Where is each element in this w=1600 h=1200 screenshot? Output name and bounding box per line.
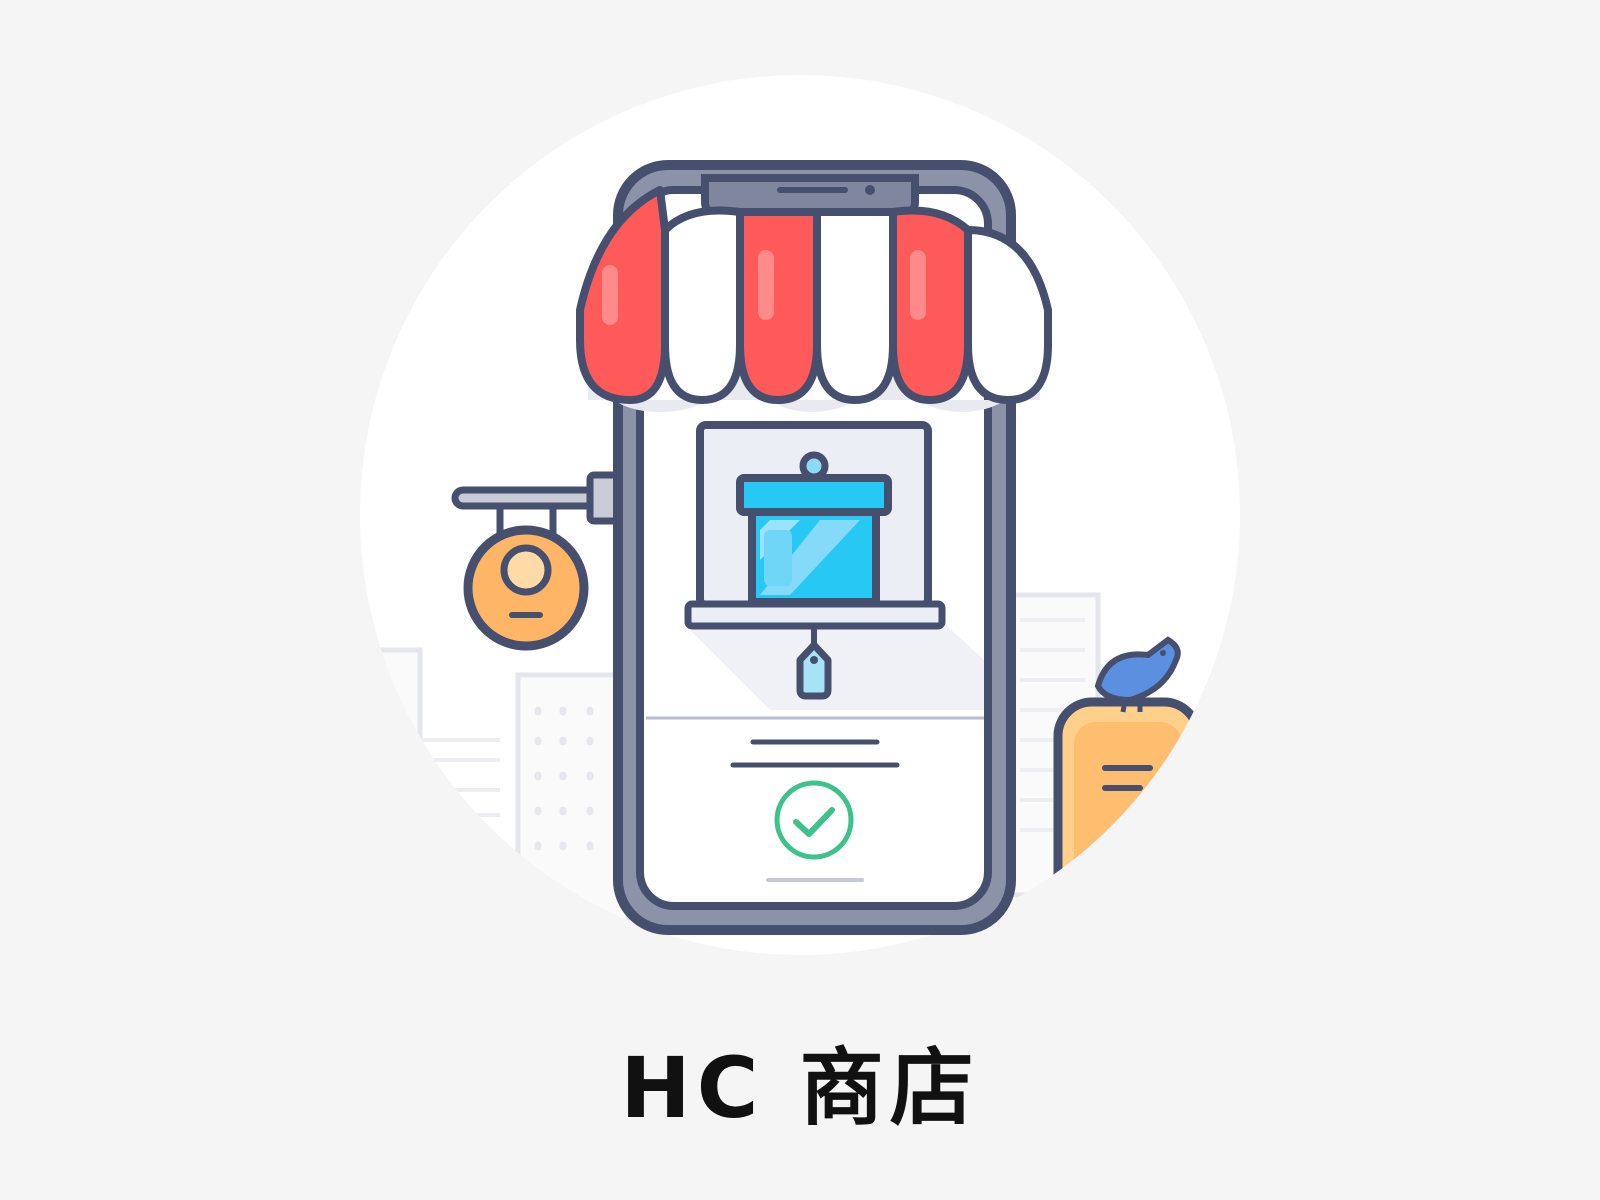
app-title: HC 商店 [620, 1039, 980, 1137]
checkmark-icon [774, 780, 854, 860]
signboard-icon [1053, 697, 1203, 947]
hero-illustration [360, 75, 1240, 955]
gift-box-icon [736, 451, 892, 606]
window-shelf [684, 600, 946, 630]
